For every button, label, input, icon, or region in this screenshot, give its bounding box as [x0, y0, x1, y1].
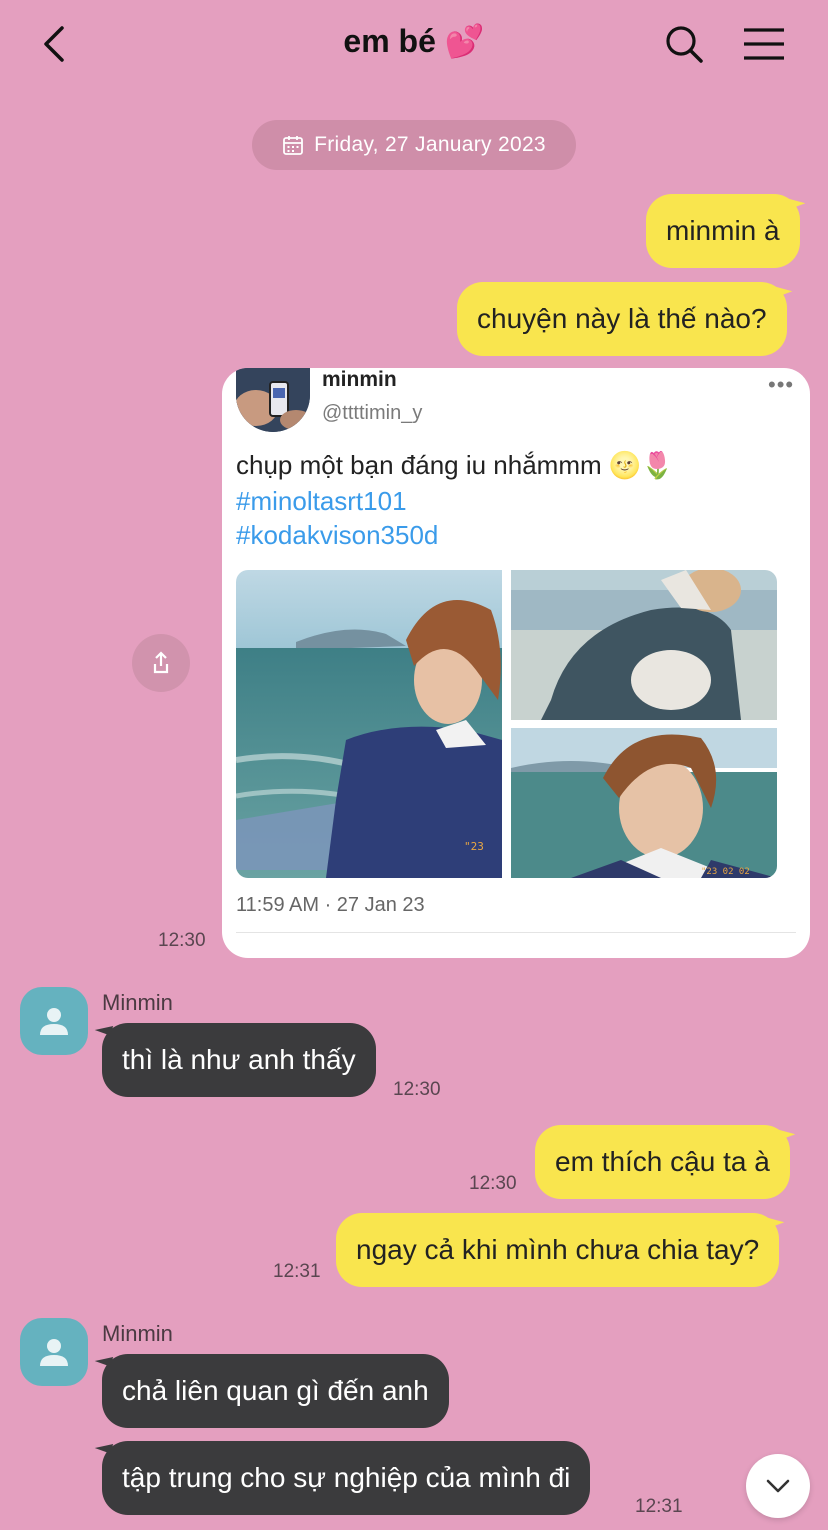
message-time: 12:30	[469, 1173, 517, 1194]
sender-name: Minmin	[102, 1321, 173, 1346]
sender-name: Minmin	[102, 990, 173, 1015]
divider	[236, 932, 796, 933]
date-divider: Friday, 27 January 2023	[252, 120, 576, 170]
message-time: 12:30	[393, 1079, 441, 1100]
avatar[interactable]	[20, 987, 88, 1055]
message-bubble[interactable]: minmin à	[646, 194, 800, 268]
tweet-text: chụp một bạn đáng iu nhắmmm 🌝🌷	[236, 450, 674, 480]
message-time: 12:31	[273, 1261, 321, 1282]
photo-date-stamp: "23	[464, 840, 484, 853]
message-time: 12:30	[158, 930, 206, 951]
tweet-hashtag[interactable]: #minoltasrt101	[236, 486, 407, 517]
more-dots-icon[interactable]: •••	[768, 372, 794, 398]
tweet-timestamp: 11:59 AM · 27 Jan 23	[236, 894, 425, 916]
photo-date-stamp: "23 02 02	[701, 867, 750, 877]
message-bubble[interactable]: ngay cả khi mình chưa chia tay?	[336, 1213, 780, 1287]
tweet-hashtag[interactable]: #kodakvison350d	[236, 520, 438, 551]
message-time: 12:31	[635, 1496, 683, 1517]
search-icon	[666, 26, 703, 63]
calendar-icon	[283, 136, 303, 155]
message-bubble[interactable]: thì là như anh thấy	[102, 1023, 376, 1097]
tweet-photo[interactable]: "23	[236, 570, 502, 878]
scroll-to-bottom-button[interactable]	[746, 1454, 810, 1518]
chevron-down-icon	[766, 1479, 790, 1493]
share-button[interactable]	[132, 634, 190, 692]
menu-button[interactable]	[740, 24, 788, 64]
message-bubble[interactable]: em thích cậu ta à	[535, 1125, 790, 1199]
shared-tweet-card[interactable]: minmin @ttttimin_y ••• chụp một bạn đáng…	[222, 368, 810, 958]
tweet-author-handle: @ttttimin_y	[322, 402, 423, 424]
tweet-photo[interactable]	[511, 570, 777, 720]
date-label: Friday, 27 January 2023	[314, 133, 546, 156]
hamburger-menu-icon	[744, 28, 784, 60]
tweet-avatar	[236, 368, 310, 432]
message-bubble[interactable]: tập trung cho sự nghiệp của mình đi	[102, 1441, 591, 1515]
person-icon	[40, 1339, 68, 1366]
message-bubble[interactable]: chả liên quan gì đến anh	[102, 1354, 449, 1428]
share-icon	[153, 651, 169, 674]
message-bubble[interactable]: chuyện này là thế nào?	[457, 282, 787, 356]
search-button[interactable]	[662, 22, 706, 66]
tweet-author-name: minmin	[322, 368, 397, 391]
avatar[interactable]	[20, 1318, 88, 1386]
person-icon	[40, 1008, 68, 1035]
tweet-photo[interactable]: "23 02 02	[511, 728, 777, 878]
